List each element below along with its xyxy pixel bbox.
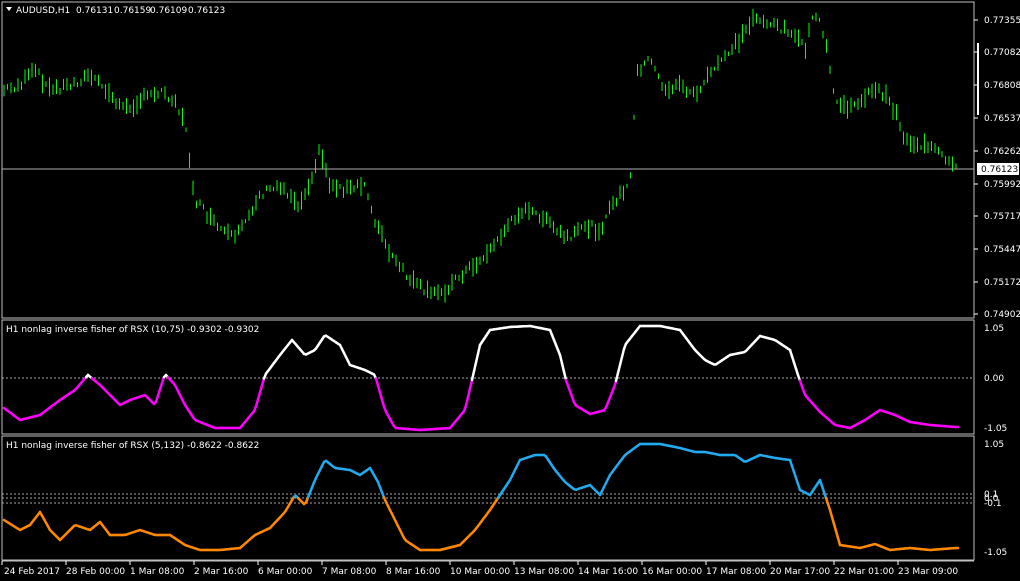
price-axis[interactable]: 0.77355 0.77082 0.76808 0.76537 0.76262 … bbox=[974, 16, 1020, 320]
price-label: 0.75717 bbox=[984, 212, 1020, 222]
price-label: 0.75447 bbox=[984, 245, 1020, 255]
time-label: 14 Mar 16:00 bbox=[578, 567, 638, 577]
indicator1-pane[interactable]: H1 nonlag inverse fisher of RSX (10,75) … bbox=[1, 319, 1007, 435]
scroll-marker bbox=[977, 43, 979, 115]
main-price-pane[interactable]: AUDUSD,H1 0.76131 0.76159 0.76109 0.7612… bbox=[1, 1, 975, 319]
time-label: 2 Mar 16:00 bbox=[194, 567, 249, 577]
time-label: 22 Mar 01:00 bbox=[834, 567, 894, 577]
symbol-label: AUDUSD,H1 bbox=[16, 6, 70, 16]
ohlc-low: 0.76109 bbox=[150, 6, 187, 16]
ohlc-close: 0.76123 bbox=[188, 6, 225, 16]
price-label: 0.77355 bbox=[984, 16, 1020, 26]
time-label: 13 Mar 08:00 bbox=[514, 567, 574, 577]
ind1-level-label: 0.00 bbox=[984, 374, 1004, 384]
time-label: 6 Mar 00:00 bbox=[258, 567, 313, 577]
price-label: 0.75172 bbox=[984, 278, 1020, 288]
price-label: 0.75992 bbox=[984, 180, 1020, 190]
ind2-level-label: -0.1 bbox=[984, 499, 1002, 509]
time-label: 20 Mar 17:00 bbox=[770, 567, 830, 577]
ohlc-open: 0.76131 bbox=[76, 6, 113, 16]
time-label: 8 Mar 16:00 bbox=[386, 567, 441, 577]
indicator1-frame bbox=[1, 319, 975, 435]
price-label: 0.76537 bbox=[984, 114, 1020, 124]
price-label: 0.74902 bbox=[984, 310, 1020, 320]
time-axis[interactable]: 24 Feb 2017 28 Feb 00:00 1 Mar 08:00 2 M… bbox=[1, 560, 974, 577]
current-price-label: 0.76123 bbox=[981, 165, 1018, 175]
price-label: 0.76808 bbox=[984, 81, 1020, 91]
trading-chart[interactable]: AUDUSD,H1 0.76131 0.76159 0.76109 0.7612… bbox=[0, 0, 1020, 581]
indicator2-title: H1 nonlag inverse fisher of RSX (5,132) … bbox=[6, 441, 259, 451]
price-label: 0.77082 bbox=[984, 48, 1020, 58]
ind2-level-label: 1.05 bbox=[984, 440, 1004, 450]
ohlc-high: 0.76159 bbox=[114, 6, 151, 16]
price-label: 0.76262 bbox=[984, 147, 1020, 157]
ind2-level-label: -1.05 bbox=[984, 548, 1007, 558]
time-label: 16 Mar 00:00 bbox=[642, 567, 702, 577]
ind1-level-label: -1.05 bbox=[984, 424, 1007, 434]
time-label: 24 Feb 2017 bbox=[4, 567, 60, 577]
time-label: 7 Mar 08:00 bbox=[322, 567, 377, 577]
time-label: 28 Feb 00:00 bbox=[66, 567, 125, 577]
indicator1-title: H1 nonlag inverse fisher of RSX (10,75) … bbox=[6, 325, 259, 335]
main-pane-frame bbox=[1, 1, 975, 319]
time-label: 17 Mar 08:00 bbox=[706, 567, 766, 577]
time-label: 10 Mar 00:00 bbox=[450, 567, 510, 577]
time-label: 1 Mar 08:00 bbox=[130, 567, 185, 577]
time-label: 23 Mar 09:00 bbox=[898, 567, 958, 577]
ind1-level-label: 1.05 bbox=[984, 324, 1004, 334]
indicator2-pane[interactable]: H1 nonlag inverse fisher of RSX (5,132) … bbox=[1, 435, 1007, 561]
